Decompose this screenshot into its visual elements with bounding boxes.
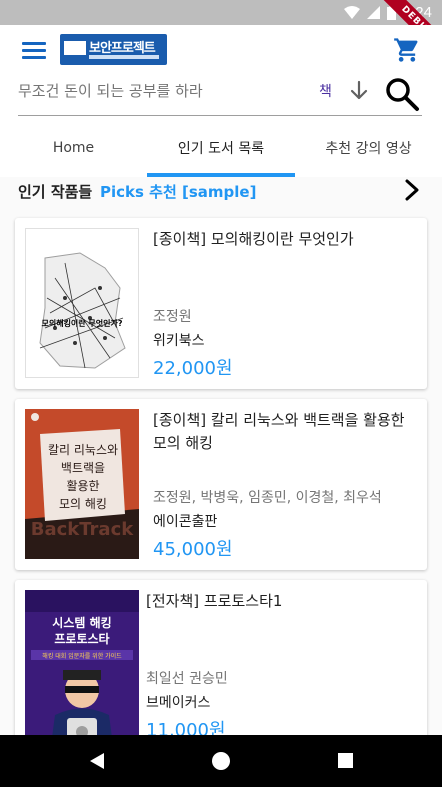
svg-text:모의해킹이란 무엇인가?: 모의해킹이란 무엇인가?: [41, 318, 122, 328]
svg-text:칼리 리눅스와: 칼리 리눅스와: [48, 443, 118, 457]
signal-icon: [366, 6, 380, 19]
wifi-icon: [343, 6, 360, 19]
book-title: [전자책] 프로토스타1: [146, 592, 283, 610]
app-logo[interactable]: 보안프로젝트: [60, 34, 167, 65]
status-bar: 8:24 DEBUG: [0, 0, 442, 67]
logo-text: 보안프로젝트: [89, 41, 156, 56]
search-icon[interactable]: [384, 76, 420, 112]
search-type-label[interactable]: 책: [319, 81, 332, 101]
book-title: [종이책] 칼리 리눅스와 백트랙을 활용한 모의 해킹: [153, 411, 405, 452]
svg-text:시스템 해킹: 시스템 해킹: [52, 615, 111, 630]
tab-popular-books[interactable]: 인기 도서 목록: [147, 119, 295, 177]
book-author: 조정원, 박병욱, 임종민, 이경철, 최우석: [153, 490, 382, 506]
svg-text:BackTrack: BackTrack: [31, 519, 135, 540]
logo-subline: [89, 55, 159, 59]
search-underline: [18, 115, 422, 116]
book-price: 22,000원: [153, 358, 233, 379]
book-cover-image: 모의해킹이란 무엇인가?: [25, 228, 139, 378]
app-bar: 보안프로젝트: [0, 25, 442, 77]
search-input[interactable]: [18, 77, 308, 105]
tab-bar: Home 인기 도서 목록 추천 강의 영상: [0, 119, 442, 177]
svg-text:모의 해킹: 모의 해킹: [59, 497, 107, 511]
search-row: 책: [0, 77, 442, 119]
section-header: 인기 작품들 Picks 추천 [sample]: [0, 177, 442, 209]
chevron-right-icon[interactable]: [404, 178, 420, 202]
recent-apps-icon[interactable]: [338, 753, 353, 768]
tab-home[interactable]: Home: [0, 119, 147, 177]
book-price: 45,000원: [153, 539, 233, 560]
home-icon[interactable]: [212, 752, 230, 770]
book-cover-image: BackTrack 칼리 리눅스와 백트랙을 활용한 모의 해킹: [25, 409, 139, 559]
book-card[interactable]: BackTrack 칼리 리눅스와 백트랙을 활용한 모의 해킹 [종이책] 칼…: [15, 399, 427, 570]
logo-badge: [64, 41, 86, 55]
svg-text:프로토스타: 프로토스타: [54, 631, 109, 646]
section-accent: Picks 추천 [sample]: [100, 183, 257, 201]
book-author: 조정원: [153, 309, 192, 325]
book-publisher: 에이콘출판: [153, 514, 218, 530]
book-author: 최일선 권승민: [146, 671, 228, 687]
svg-text:백트랙을: 백트랙을: [61, 461, 105, 475]
book-publisher: 브메이커스: [146, 695, 211, 711]
system-nav-bar: [0, 735, 442, 787]
shopping-cart-icon[interactable]: [392, 36, 422, 64]
back-icon[interactable]: [88, 752, 106, 770]
arrow-down-icon[interactable]: [348, 79, 370, 103]
hamburger-menu-icon[interactable]: [22, 42, 46, 60]
tab-recommended-videos[interactable]: 추천 강의 영상: [295, 119, 442, 177]
book-card[interactable]: 시스템 해킹 프로토스타 해킹 대회 입문자를 위한 가이드 [전자책] 프로토…: [15, 580, 427, 760]
svg-text:활용한: 활용한: [66, 479, 99, 493]
book-publisher: 위키북스: [153, 333, 205, 349]
book-card[interactable]: 모의해킹이란 무엇인가? [종이책] 모의해킹이란 무엇인가 조정원 위키북스 …: [15, 218, 427, 389]
book-title: [종이책] 모의해킹이란 무엇인가: [153, 230, 354, 248]
svg-text:해킹 대회 입문자를 위한 가이드: 해킹 대회 입문자를 위한 가이드: [42, 652, 122, 660]
section-title: 인기 작품들: [18, 183, 93, 201]
